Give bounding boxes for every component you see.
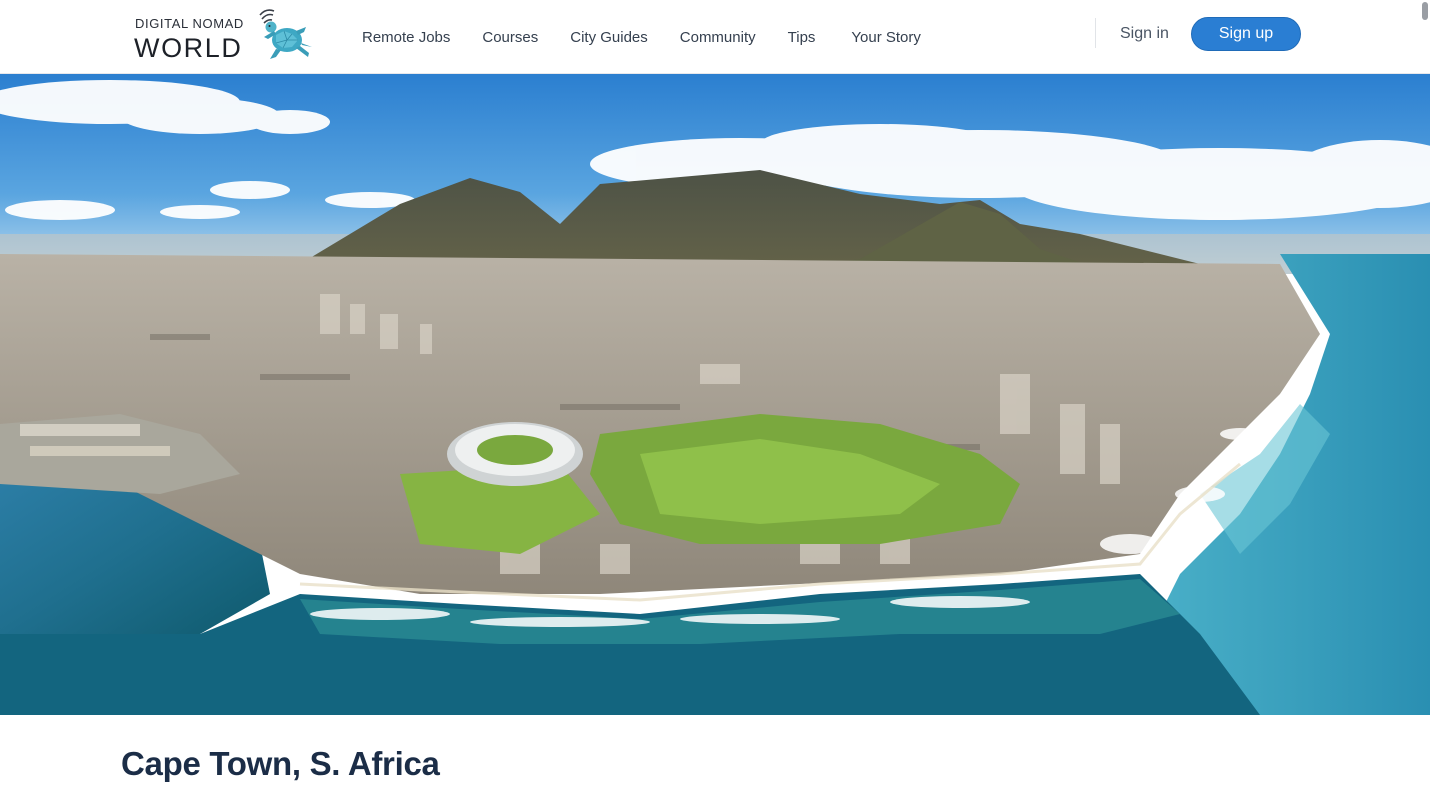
nav-your-story[interactable]: Your Story — [831, 29, 937, 46]
hero-image — [0, 74, 1430, 715]
sign-up-button[interactable]: Sign up — [1191, 17, 1301, 51]
page-title: Cape Town, S. Africa — [121, 745, 440, 782]
nav-remote-jobs[interactable]: Remote Jobs — [346, 29, 466, 46]
nav-city-guides[interactable]: City Guides — [554, 29, 664, 46]
sign-in-link[interactable]: Sign in — [1120, 25, 1169, 43]
aerial-city-photo — [0, 74, 1430, 715]
scrollbar-thumb[interactable] — [1422, 2, 1428, 20]
turtle-icon — [259, 9, 312, 59]
nav-community[interactable]: Community — [664, 29, 772, 46]
logo-line-2: WORLD — [134, 33, 243, 63]
nav-courses[interactable]: Courses — [466, 29, 554, 46]
site-header: DIGITAL NOMAD WORLD Remote Jobs Courses … — [0, 0, 1430, 74]
main-nav: Remote Jobs Courses City Guides Communit… — [346, 0, 937, 74]
site-logo[interactable]: DIGITAL NOMAD WORLD — [134, 5, 319, 67]
header-divider — [1095, 18, 1096, 48]
logo-line-1: DIGITAL NOMAD — [135, 16, 244, 31]
nav-tips[interactable]: Tips — [772, 29, 832, 46]
